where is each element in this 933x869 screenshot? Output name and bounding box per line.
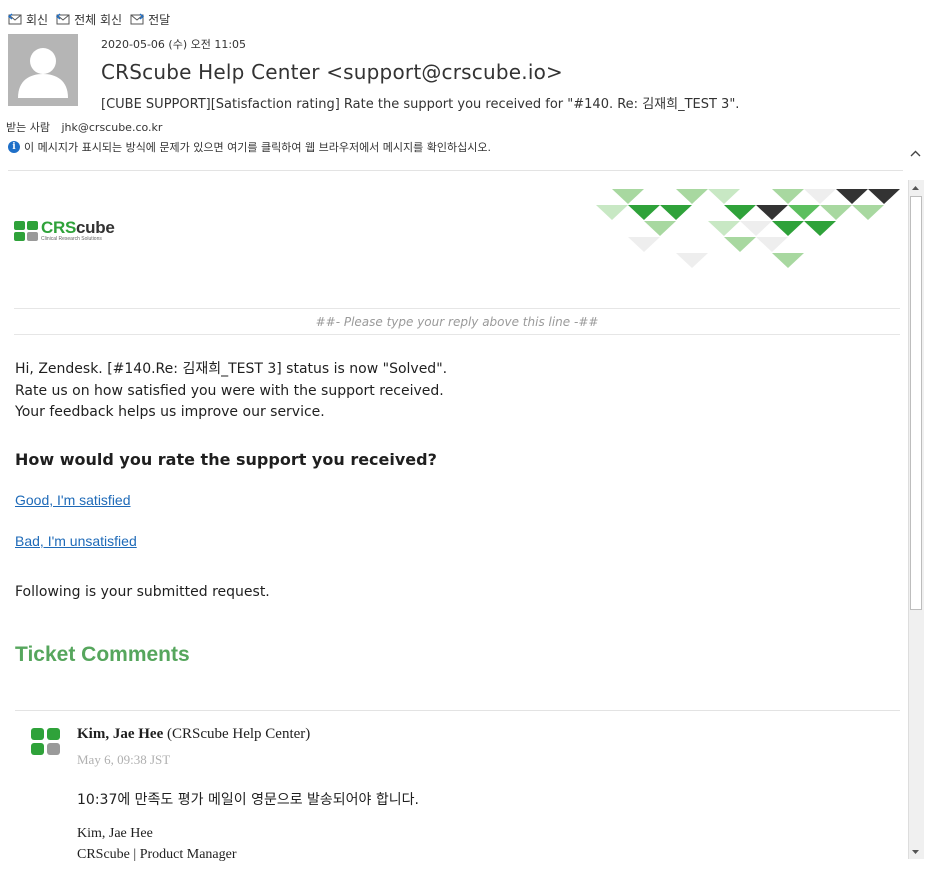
comment-avatar-icon xyxy=(31,728,60,755)
recipient-address[interactable]: jhk@crscube.co.kr xyxy=(61,121,162,134)
logo-tagline: Clinical Research Solutions xyxy=(41,236,102,242)
forward-label: 전달 xyxy=(148,12,171,27)
signature-name: Kim, Jae Hee xyxy=(77,826,153,841)
reply-label: 회신 xyxy=(26,12,49,27)
scroll-up-icon[interactable] xyxy=(908,180,923,195)
brand-logo: CRScube Clinical Research Solutions xyxy=(14,218,115,242)
comment-date: May 6, 09:38 JST xyxy=(77,752,171,767)
comments-divider xyxy=(15,710,900,711)
bad-rating-link[interactable]: Bad, I'm unsatisfied xyxy=(15,533,137,549)
reply-button[interactable]: 회신 xyxy=(8,11,48,28)
comment-author-name: Kim, Jae Hee xyxy=(77,726,164,742)
intro-line-1: Hi, Zendesk. [#140.Re: 김재희_TEST 3] statu… xyxy=(15,361,448,377)
reply-above-marker: ##- Please type your reply above this li… xyxy=(14,308,900,335)
reply-all-button[interactable]: 전체 회신 xyxy=(56,11,122,28)
submitted-request-note: Following is your submitted request. xyxy=(15,584,270,600)
logo-text-green: CRS xyxy=(41,218,76,237)
message-subject: [CUBE SUPPORT][Satisfaction rating] Rate… xyxy=(101,97,740,112)
comment-author-org: (CRScube Help Center) xyxy=(166,726,311,742)
person-icon xyxy=(18,48,68,98)
sender-avatar xyxy=(8,34,78,106)
envelope-reply-all-icon xyxy=(56,13,70,25)
header-divider xyxy=(8,170,903,171)
intro-line-3: Your feedback helps us improve our servi… xyxy=(15,404,325,420)
ticket-comments-title: Ticket Comments xyxy=(15,643,190,666)
recipient-line: 받는 사람 jhk@crscube.co.kr xyxy=(6,119,162,135)
info-bar[interactable]: i 이 메시지가 표시되는 방식에 문제가 있으면 여기를 클릭하여 웹 브라우… xyxy=(8,139,491,155)
message-date: 2020-05-06 (수) 오전 11:05 xyxy=(101,38,247,51)
triangle-pattern-banner xyxy=(596,189,900,268)
info-icon: i xyxy=(8,141,20,153)
good-rating-link[interactable]: Good, I'm satisfied xyxy=(15,492,131,508)
intro-line-2: Rate us on how satisfied you were with t… xyxy=(15,383,444,399)
envelope-forward-icon xyxy=(130,13,145,25)
comment-text: 10:37에 만족도 평가 메일이 영문으로 발송되어야 합니다. xyxy=(77,792,419,808)
signature-title: CRScube | Product Manager xyxy=(77,847,237,862)
scroll-down-icon[interactable] xyxy=(908,844,923,859)
envelope-reply-icon xyxy=(8,13,22,25)
chevron-up-icon[interactable] xyxy=(910,146,921,161)
info-notice: 이 메시지가 표시되는 방식에 문제가 있으면 여기를 클릭하여 웹 브라우저에… xyxy=(24,141,491,154)
logo-mark-icon xyxy=(14,220,38,241)
reply-all-label: 전체 회신 xyxy=(74,12,123,27)
scrollbar-thumb[interactable] xyxy=(910,196,922,610)
recipient-label: 받는 사람 xyxy=(6,121,50,134)
sender-name[interactable]: CRScube Help Center <support@crscube.io> xyxy=(101,60,563,84)
comment-author: Kim, Jae Hee (CRScube Help Center) xyxy=(77,726,310,743)
forward-button[interactable]: 전달 xyxy=(130,11,170,28)
message-toolbar: 회신 전체 회신 전달 xyxy=(8,10,170,28)
rating-question: How would you rate the support you recei… xyxy=(15,450,437,469)
logo-text-dark: cube xyxy=(76,218,115,237)
